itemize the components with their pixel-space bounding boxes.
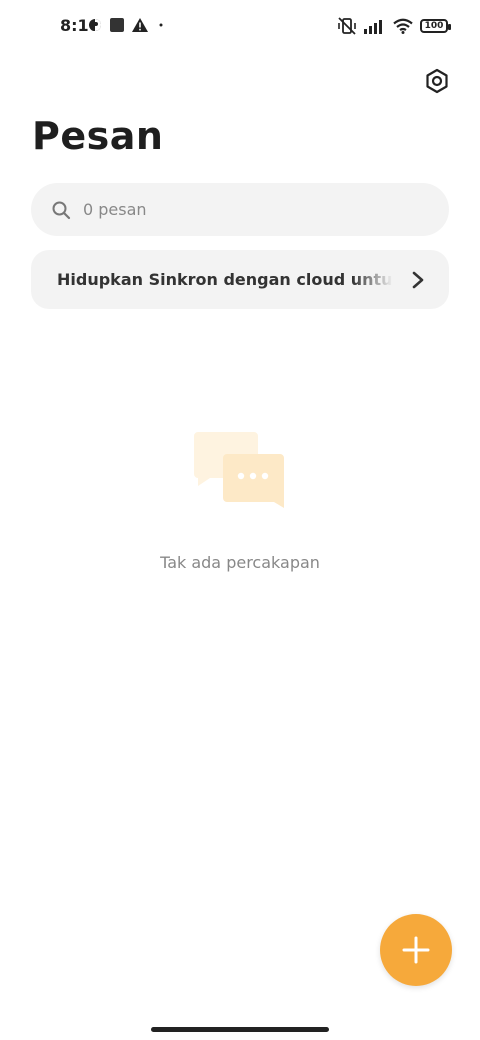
plus-icon — [402, 936, 430, 964]
wifi-icon — [393, 18, 413, 34]
vibrate-icon — [338, 17, 356, 35]
search-placeholder: 0 pesan — [83, 200, 147, 219]
app-square-icon — [110, 18, 124, 32]
settings-hex-icon — [426, 68, 448, 94]
warning-icon — [132, 18, 148, 32]
new-message-button[interactable] — [380, 914, 452, 986]
page-title: Pesan — [32, 114, 164, 158]
status-bar: 8:16 100 — [0, 0, 480, 56]
home-indicator[interactable] — [151, 1027, 329, 1032]
empty-state-text: Tak ada percakapan — [160, 553, 320, 572]
chat-bubbles-icon — [194, 432, 284, 508]
cloud-sync-text: Hidupkan Sinkron dengan cloud untuk meny… — [57, 270, 393, 289]
battery-level: 100 — [424, 21, 444, 31]
battery-icon: 100 — [420, 19, 451, 33]
data-saver-icon — [89, 19, 101, 31]
cloud-sync-banner[interactable]: Hidupkan Sinkron dengan cloud untuk meny… — [31, 250, 449, 309]
search-icon — [52, 201, 71, 219]
dot-icon — [159, 23, 163, 27]
signal-icon — [364, 20, 382, 34]
status-right-icons: 100 — [337, 17, 451, 35]
chevron-right-icon — [412, 271, 424, 289]
status-left-icons — [88, 18, 166, 32]
search-bar[interactable]: 0 pesan — [31, 183, 449, 236]
settings-button[interactable] — [420, 64, 454, 98]
